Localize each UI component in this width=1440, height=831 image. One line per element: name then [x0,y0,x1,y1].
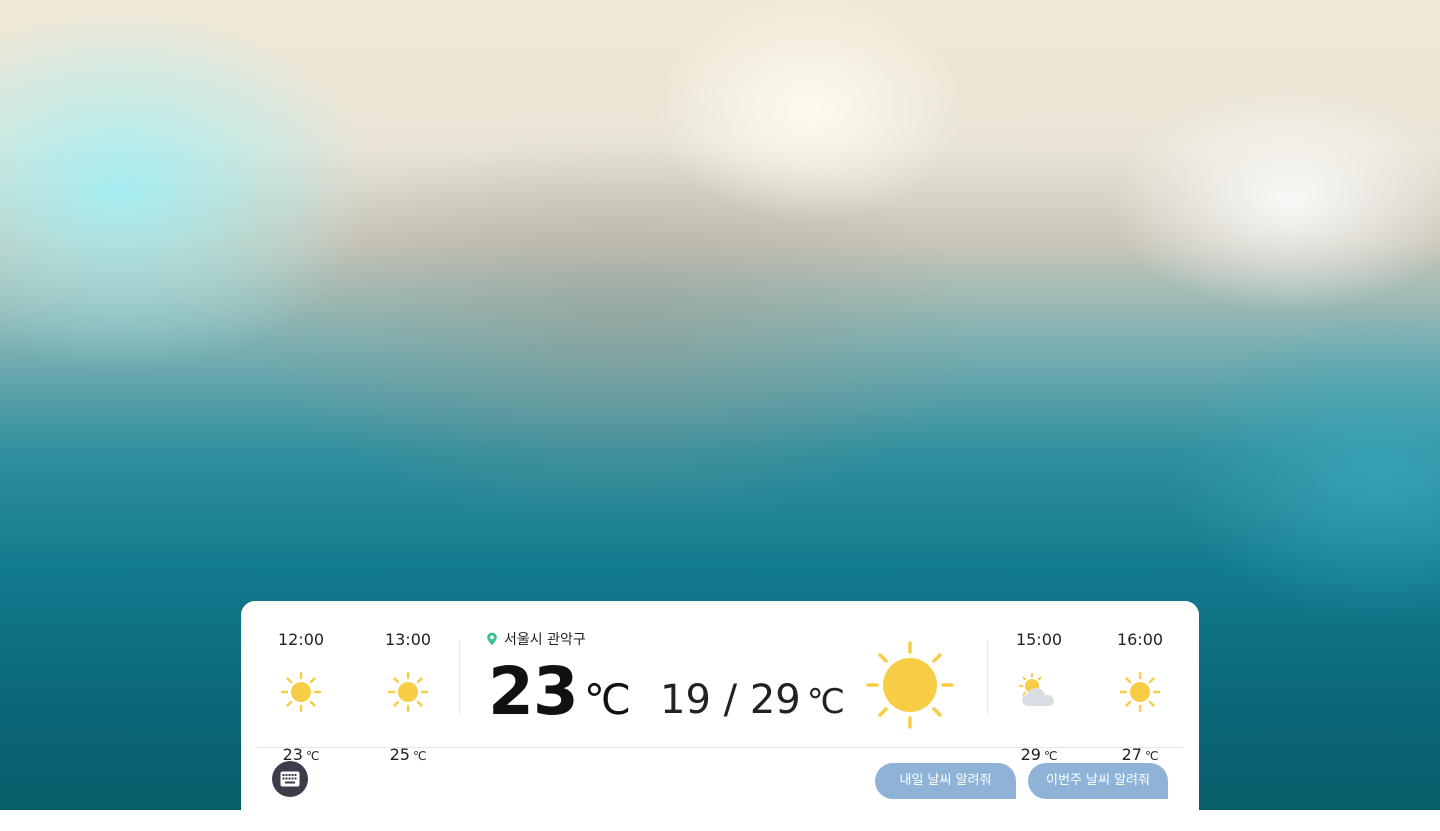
temp-low: 19 [660,677,711,723]
sun-icon [866,641,954,729]
partly-cloudy-icon [1019,673,1054,706]
divider-left [459,640,460,715]
suggestion-this-week-weather[interactable]: 이번주 날씨 알려줘 [1028,763,1168,799]
current-temp-value: 23 [488,653,579,730]
hourly-time: 16:00 [1116,630,1164,649]
temp-high: 29 [749,677,801,723]
current-temperature: 23 ℃ [488,652,631,732]
sun-icon [280,671,322,713]
divider-right [987,640,988,715]
current-temp-unit: ℃ [583,675,632,724]
location-name: 서울시 관악구 [504,632,586,648]
hourly-time: 12:00 [277,630,325,649]
hourly-temp: 25 ℃ [389,745,427,764]
suggestion-tomorrow-weather[interactable]: 내일 날씨 알려줘 [875,763,1016,799]
card-divider [257,747,1183,748]
hourly-temp: 23 ℃ [282,745,320,764]
location-pin-icon [487,632,497,646]
temp-range-unit: ℃ [806,682,845,722]
sun-icon [387,671,429,713]
hourly-time: 15:00 [1015,630,1063,649]
temp-range: 19 / 29 ℃ [660,672,845,730]
hourly-time: 13:00 [384,630,432,649]
location: 서울시 관악구 [486,629,586,649]
sun-icon [1119,671,1161,713]
temp-separator: / [723,677,738,723]
keyboard-icon [280,771,300,787]
keyboard-button[interactable] [272,761,308,797]
